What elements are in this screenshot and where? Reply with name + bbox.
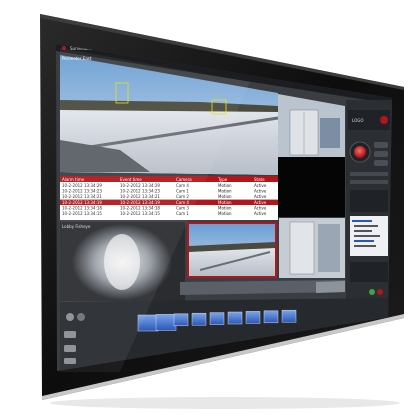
timeline-bar[interactable] bbox=[180, 280, 345, 295]
camera-tile-parking[interactable] bbox=[187, 222, 277, 278]
status-alarm-icon bbox=[377, 289, 383, 295]
table-cell: Active bbox=[254, 211, 267, 216]
table-cell: Motion bbox=[218, 205, 232, 210]
floor-shadow bbox=[50, 397, 400, 409]
monitor-scene: Surveillance Software Perimeter East Ala bbox=[40, 14, 404, 409]
brand-label: LOGO bbox=[352, 118, 363, 123]
camera-thumbnail[interactable] bbox=[245, 311, 261, 324]
status-ok-icon bbox=[369, 289, 375, 295]
preset-slider[interactable] bbox=[350, 172, 388, 176]
camera-tile-corridor[interactable] bbox=[279, 218, 345, 278]
camera-tile-no-signal[interactable] bbox=[278, 157, 345, 217]
table-cell: Motion bbox=[218, 194, 232, 199]
table-cell: Active bbox=[254, 205, 267, 210]
speed-slider[interactable] bbox=[350, 180, 388, 184]
event-panel[interactable] bbox=[350, 262, 388, 282]
brand-logo-icon bbox=[380, 116, 388, 124]
table-cell: Active bbox=[254, 183, 267, 188]
focus-button[interactable] bbox=[374, 160, 388, 166]
table-cell: Active bbox=[254, 194, 267, 199]
camera-thumbnail[interactable] bbox=[155, 314, 177, 331]
record-button-icon[interactable] bbox=[354, 146, 366, 158]
table-cell: Active bbox=[254, 189, 267, 194]
table-cell: Motion bbox=[218, 211, 232, 216]
camera-thumbnail[interactable] bbox=[191, 312, 207, 326]
table-cell: Motion bbox=[218, 200, 232, 205]
window-glass bbox=[320, 118, 340, 148]
table-cell: Motion bbox=[218, 183, 232, 188]
camera-thumbnail[interactable] bbox=[173, 313, 189, 327]
timeline-scrubber[interactable] bbox=[316, 281, 345, 293]
camera-thumbnail[interactable] bbox=[281, 309, 297, 323]
camera-thumbnail[interactable] bbox=[209, 312, 225, 325]
table-cell: Active bbox=[254, 200, 267, 205]
preset-list[interactable] bbox=[350, 190, 388, 212]
zoom-in-button[interactable] bbox=[374, 142, 388, 148]
zoom-out-button[interactable] bbox=[374, 151, 388, 157]
table-cell: Motion bbox=[218, 189, 232, 194]
column-header[interactable]: State bbox=[254, 177, 265, 182]
camera-thumbnail[interactable] bbox=[263, 310, 279, 324]
column-header[interactable]: Type bbox=[217, 177, 228, 182]
camera-thumbnail[interactable] bbox=[227, 311, 243, 325]
ptz-control-panel: LOGO bbox=[346, 100, 392, 310]
